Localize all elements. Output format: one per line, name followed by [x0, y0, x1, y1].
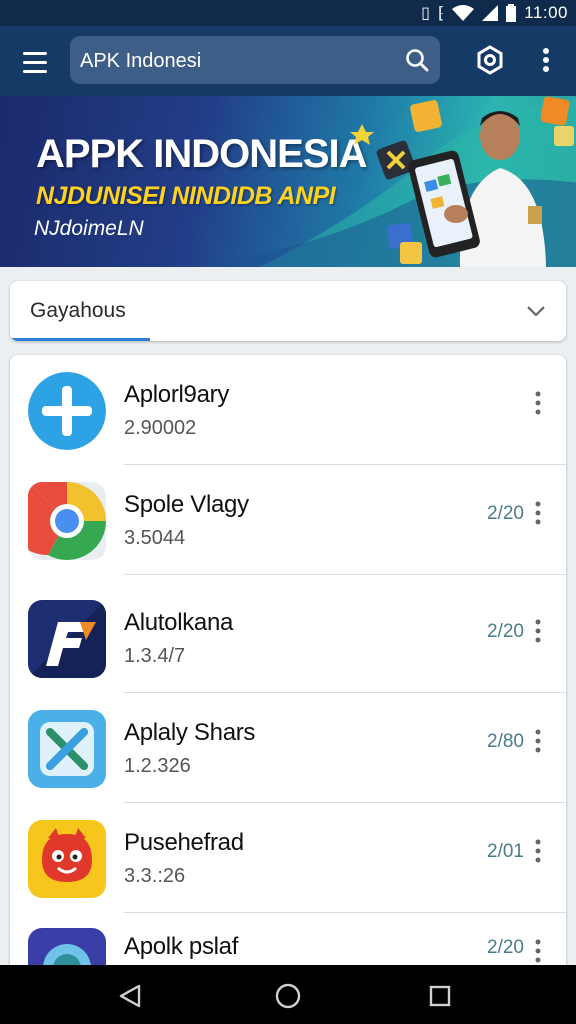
app-date: 2/20 — [487, 621, 524, 642]
chevron-down-icon[interactable] — [524, 301, 548, 321]
list-item[interactable]: Alutolkana 1.3.4/7 2/20 — [10, 583, 566, 693]
blue-cross-icon — [28, 372, 106, 450]
app-name: Pusehefrad — [124, 829, 244, 856]
dropdown-active-indicator — [10, 338, 150, 341]
more-vertical-icon[interactable] — [530, 727, 546, 755]
settings-hexagon-icon[interactable] — [474, 44, 506, 76]
red-mascot-icon — [28, 820, 106, 898]
sim-icon: ▯ — [421, 5, 430, 22]
app-version: 3.5044 — [124, 527, 186, 549]
banner-subtitle: NJDUNISEI NINDIDB ANPI — [36, 182, 336, 210]
signal-icon — [482, 5, 499, 21]
search-icon[interactable] — [404, 47, 430, 73]
status-time: 11:00 — [524, 3, 568, 22]
wifi-icon — [452, 5, 475, 21]
banner-illustration — [350, 96, 574, 267]
list-item[interactable]: Spole Vlagy 3.5044 2/20 — [10, 465, 566, 575]
home-circle-icon[interactable] — [274, 982, 302, 1010]
search-box[interactable] — [70, 36, 440, 86]
app-version: 3.3.:26 — [124, 865, 186, 887]
hamburger-menu-icon[interactable] — [18, 46, 52, 76]
status-icons: ▯ ⁅ 11:00 — [421, 2, 568, 24]
more-vertical-icon[interactable] — [530, 937, 546, 965]
status-bar: ▯ ⁅ 11:00 — [0, 0, 576, 26]
app-name: Aplorl9ary — [124, 381, 230, 408]
app-bar — [0, 26, 576, 96]
app-date: 2/80 — [487, 731, 524, 752]
search-input[interactable] — [78, 36, 392, 86]
list-item[interactable]: Pusehefrad 3.3.:26 2/01 — [10, 803, 566, 913]
more-vertical-icon[interactable] — [530, 617, 546, 645]
app-date: 2/20 — [487, 937, 524, 958]
more-vertical-icon[interactable] — [530, 837, 546, 865]
battery-icon — [506, 4, 517, 22]
banner-caption: NJdoimeLN — [34, 217, 144, 240]
app-version: 1.2.326 — [124, 755, 191, 777]
app-name: Spole Vlagy — [124, 491, 249, 518]
app-list: Aplorl9ary 2.90002 Spole Vlagy 3.5044 2/… — [10, 355, 566, 975]
list-item[interactable]: Aplorl9ary 2.90002 — [10, 355, 566, 465]
more-vertical-icon[interactable] — [534, 44, 558, 76]
app-version: 2.90002 — [124, 417, 197, 439]
app-version: 1.3.4/7 — [124, 645, 186, 667]
vibrate-icon: ⁅ — [437, 5, 445, 22]
app-date: 2/20 — [487, 503, 524, 524]
app-name: Alutolkana — [124, 609, 234, 636]
divider — [124, 574, 566, 575]
back-triangle-icon[interactable] — [117, 983, 143, 1009]
recents-square-icon[interactable] — [428, 984, 452, 1008]
category-dropdown[interactable]: Gayahous — [10, 281, 566, 341]
system-nav-bar — [0, 965, 576, 1024]
app-name: Aplaly Shars — [124, 719, 256, 746]
list-item[interactable]: Aplaly Shars 1.2.326 2/80 — [10, 693, 566, 803]
app-date: 2/01 — [487, 841, 524, 862]
x-arrow-icon — [28, 710, 106, 788]
chrome-icon — [28, 482, 106, 560]
dropdown-value: Gayahous — [30, 299, 126, 322]
banner-title: APPK INDONESIA — [36, 132, 367, 176]
app-name: Apolk pslaf — [124, 933, 239, 960]
f-logo-icon — [28, 600, 106, 678]
more-vertical-icon[interactable] — [530, 389, 546, 417]
more-vertical-icon[interactable] — [530, 499, 546, 527]
